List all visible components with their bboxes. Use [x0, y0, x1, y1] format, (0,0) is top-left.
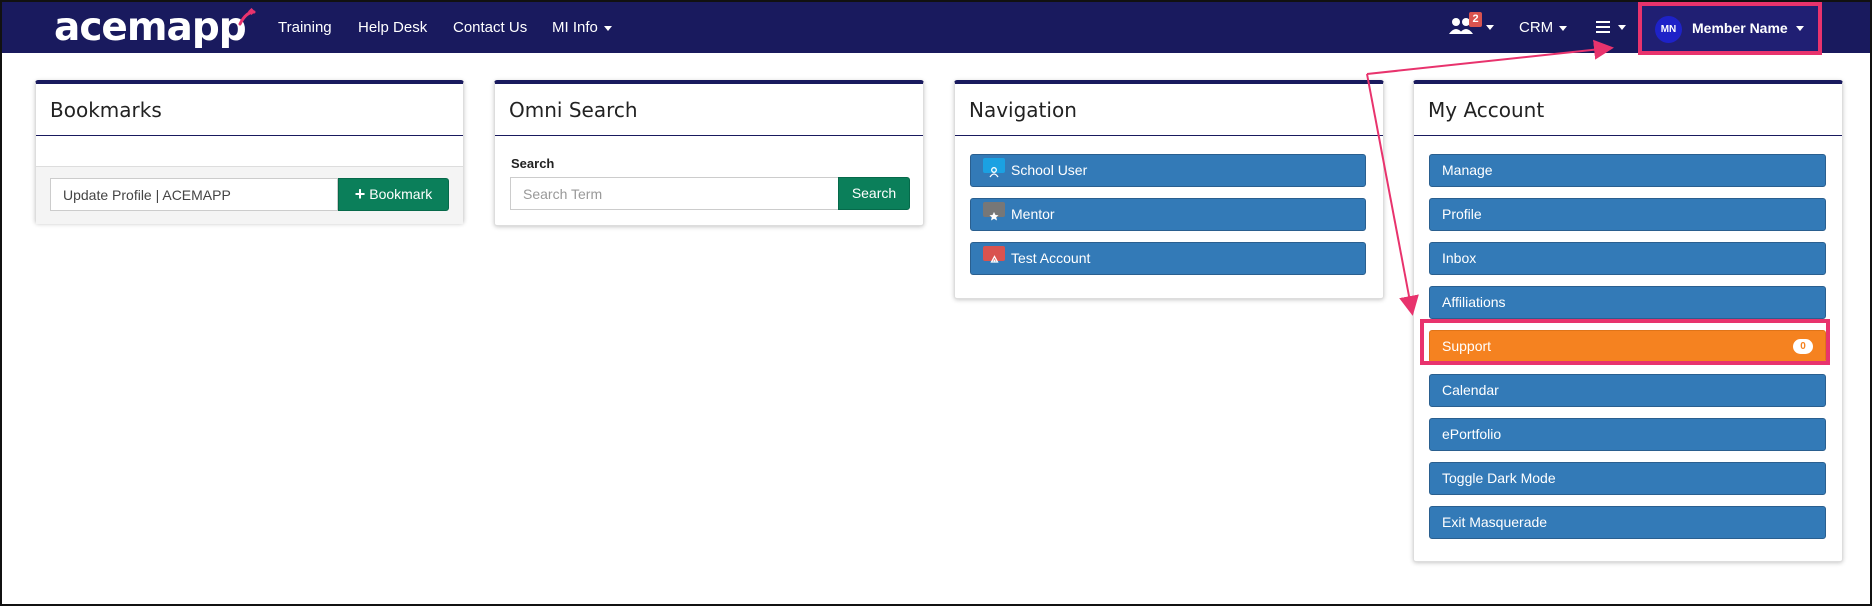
- notification-badge: 2: [1469, 12, 1482, 27]
- affiliations-button[interactable]: Affiliations: [1429, 286, 1826, 319]
- nav-training[interactable]: Training: [278, 19, 332, 36]
- recycle-icon: [983, 246, 1005, 263]
- bookmarks-title: Bookmarks: [36, 84, 463, 136]
- chevron-down-icon: [1486, 25, 1494, 30]
- search-label: Search: [511, 156, 555, 171]
- nav-mi-info[interactable]: MI Info: [552, 19, 612, 36]
- badge-icon: [983, 202, 1005, 221]
- bookmarks-spacer: [36, 136, 463, 166]
- nav-mi-info-label: MI Info: [552, 19, 598, 36]
- chevron-down-icon: [1796, 26, 1804, 31]
- bookmarks-card: Bookmarks Update Profile | ACEMAPP + Book…: [35, 80, 464, 224]
- nav-contact-us[interactable]: Contact Us: [453, 19, 527, 36]
- person-icon: [983, 158, 1005, 178]
- member-name[interactable]: Member Name: [1692, 20, 1788, 36]
- toggle-dark-mode-button[interactable]: Toggle Dark Mode: [1429, 462, 1826, 495]
- acemapp-logo[interactable]: acemapp: [54, 6, 247, 50]
- nav-help-desk[interactable]: Help Desk: [358, 19, 427, 36]
- calendar-button[interactable]: Calendar: [1429, 374, 1826, 407]
- hamburger-menu-icon[interactable]: [1596, 21, 1610, 33]
- navigation-title: Navigation: [955, 84, 1383, 136]
- omni-search-card: Omni Search Search Search Term Search: [494, 80, 924, 226]
- search-input[interactable]: Search Term: [510, 177, 839, 210]
- chevron-down-icon: [603, 25, 612, 31]
- eportfolio-button[interactable]: ePortfolio: [1429, 418, 1826, 451]
- navigation-card: Navigation School User Mentor Test Accou…: [954, 80, 1384, 299]
- nav-school-user-label: School User: [1011, 162, 1088, 178]
- my-account-title: My Account: [1414, 84, 1842, 136]
- nav-mentor-label: Mentor: [1011, 206, 1055, 222]
- support-highlight: [1420, 319, 1830, 365]
- add-bookmark-button[interactable]: + Bookmark: [338, 178, 449, 211]
- logo-accent-icon: [238, 8, 256, 26]
- nav-test-account-label: Test Account: [1011, 250, 1091, 266]
- nav-test-account-button[interactable]: Test Account: [970, 242, 1366, 275]
- avatar[interactable]: MN: [1655, 16, 1682, 43]
- bookmarks-body: Update Profile | ACEMAPP + Bookmark: [36, 166, 463, 224]
- manage-button[interactable]: Manage: [1429, 154, 1826, 187]
- inbox-button[interactable]: Inbox: [1429, 242, 1826, 275]
- exit-masquerade-button[interactable]: Exit Masquerade: [1429, 506, 1826, 539]
- nav-crm-label: CRM: [1519, 19, 1554, 36]
- nav-school-user-button[interactable]: School User: [970, 154, 1366, 187]
- add-bookmark-label: Bookmark: [369, 186, 433, 202]
- chevron-down-icon: [1618, 25, 1626, 30]
- profile-button[interactable]: Profile: [1429, 198, 1826, 231]
- search-button[interactable]: Search: [838, 177, 910, 210]
- top-navbar: acemapp Training Help Desk Contact Us MI…: [2, 2, 1870, 53]
- omni-search-title: Omni Search: [495, 84, 923, 136]
- nav-mentor-button[interactable]: Mentor: [970, 198, 1366, 231]
- plus-icon: +: [354, 184, 366, 204]
- bookmark-title-input[interactable]: Update Profile | ACEMAPP: [50, 178, 338, 211]
- chevron-down-icon: [1559, 25, 1568, 31]
- nav-crm[interactable]: CRM: [1519, 19, 1568, 36]
